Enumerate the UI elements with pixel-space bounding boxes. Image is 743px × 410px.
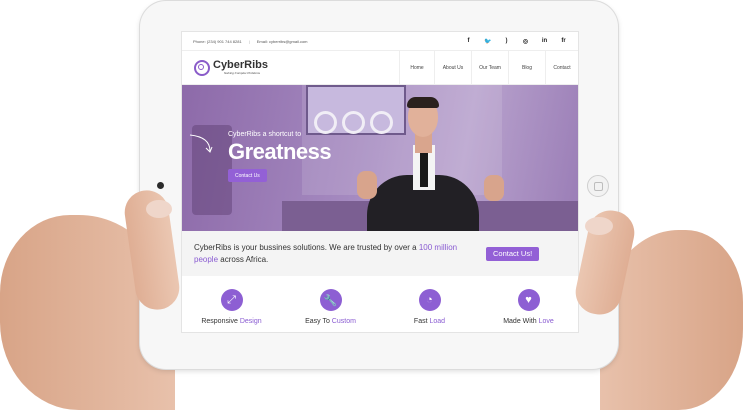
email-text: Email: cyberribs@gmail.com (256, 38, 308, 44)
hero-title: Greatness (228, 139, 332, 164)
site-logo[interactable]: CyberRibs Solving Complex Problems (182, 59, 394, 76)
logo-mark-icon (194, 59, 210, 76)
feature-label-highlight: Design (239, 318, 262, 325)
features-row: ⤢ Responsive Design 🔧 Easy To Custom ◔ F… (182, 276, 578, 332)
feature-label: Fast Load (414, 318, 445, 325)
top-info-bar: Phone: (234) 901 744 8281 | Email: cyber… (182, 32, 578, 51)
cta-text-part: across Africa. (218, 254, 269, 264)
feature-item: 🔧 Easy To Custom (281, 289, 380, 332)
facebook-icon[interactable]: f (465, 38, 472, 45)
left-thumbnail (146, 200, 172, 218)
tablet-screen: Phone: (234) 901 744 8281 | Email: cyber… (182, 32, 578, 332)
feature-label-text: Fast (413, 318, 430, 325)
hero-man-tie (420, 149, 428, 187)
hero-banner: CyberRibs a shortcut to Greatness Contac… (182, 85, 578, 231)
hero-man-right-fist (484, 175, 504, 201)
logo-title: CyberRibs (213, 59, 269, 71)
nav-item-about-us[interactable]: About Us (434, 51, 471, 84)
nav-item-contact[interactable]: Contact (545, 51, 578, 84)
hero-man-left-fist (357, 171, 377, 199)
hero-subtitle: CyberRibs a shortcut to (228, 131, 302, 138)
feature-label-highlight: Load (429, 318, 446, 325)
flickr-icon[interactable]: fr (560, 38, 567, 45)
cta-contact-button[interactable]: Contact Us! (486, 246, 540, 261)
logo-tagline: Solving Complex Problems (224, 71, 261, 75)
feature-label-text: Easy To (305, 318, 332, 325)
right-thumbnail (585, 217, 613, 235)
tablet-home-button[interactable] (587, 175, 609, 197)
curved-arrow-icon (189, 134, 213, 153)
nav-item-our-team[interactable]: Our Team (471, 51, 508, 84)
feature-label-text: Responsive (201, 318, 240, 325)
cta-text: CyberRibs is your bussines solutions. We… (194, 242, 480, 266)
main-navbar: CyberRibs Solving Complex Problems Home … (182, 51, 578, 85)
nav-item-home[interactable]: Home (399, 51, 434, 84)
wrench-icon: 🔧 (319, 289, 342, 311)
linkedin-icon[interactable]: in (541, 38, 548, 45)
topbar-separator: | (248, 38, 250, 44)
feature-label-highlight: Custom (331, 318, 356, 325)
heart-icon: ♥ (517, 289, 540, 311)
feature-label: Made With Love (503, 318, 554, 325)
cta-text-part: CyberRibs is your bussines solutions. We… (194, 242, 419, 252)
dribbble-icon[interactable]: ◎ (522, 38, 529, 45)
nav-menu: Home About Us Our Team Blog Contact (399, 51, 578, 84)
feature-label-text: Made With (503, 318, 539, 325)
phone-text: Phone: (234) 901 744 8281 (193, 38, 242, 44)
feature-item: ♥ Made With Love (479, 289, 578, 332)
feature-label: Easy To Custom (305, 318, 356, 325)
feature-label: Responsive Design (201, 318, 261, 325)
screen-ring-graphic (370, 111, 393, 134)
feature-label-highlight: Love (538, 318, 554, 325)
hero-contact-button[interactable]: Contact Us (228, 169, 267, 182)
speedometer-icon: ◔ (418, 289, 441, 311)
expand-icon: ⤢ (220, 289, 243, 311)
feature-item: ◔ Fast Load (380, 289, 479, 332)
hero-man-hair (407, 97, 439, 108)
twitter-icon[interactable]: 🐦 (484, 38, 491, 45)
screen-ring-graphic (342, 111, 365, 134)
screen-ring-graphic (314, 111, 337, 134)
rss-icon[interactable]: ) (503, 38, 510, 45)
hero-background-screen (306, 85, 406, 135)
cta-section: CyberRibs is your bussines solutions. We… (182, 231, 578, 276)
tablet-camera (157, 182, 164, 189)
social-links: f 🐦 ) ◎ in fr (465, 38, 567, 45)
feature-item: ⤢ Responsive Design (182, 289, 281, 332)
nav-item-blog[interactable]: Blog (508, 51, 545, 84)
